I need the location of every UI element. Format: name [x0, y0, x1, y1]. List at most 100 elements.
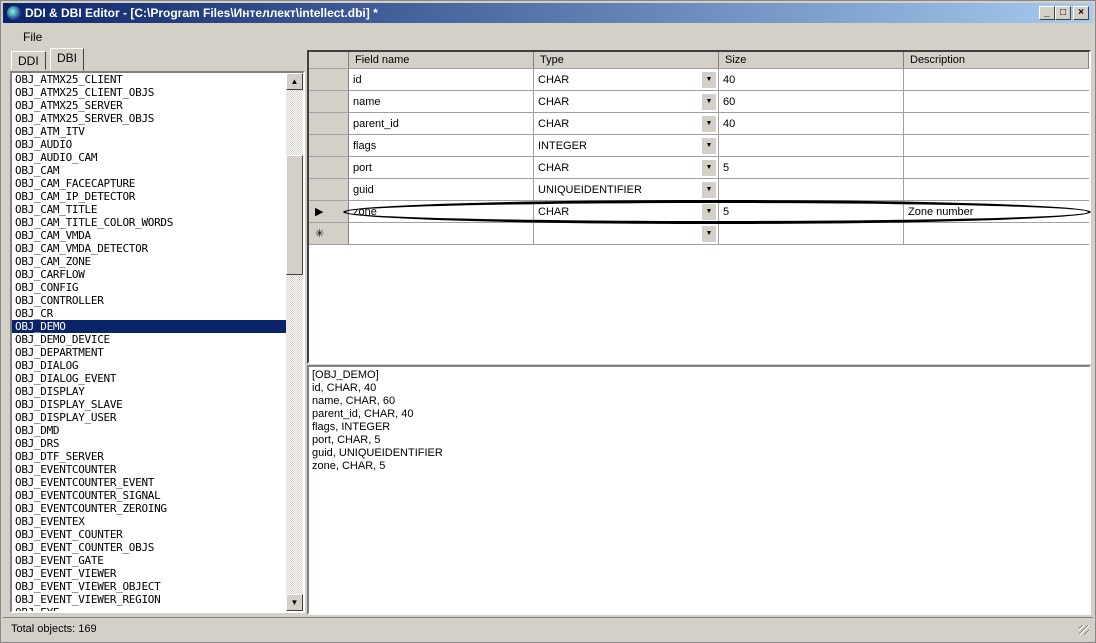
cell-field-name[interactable]: zone [349, 201, 534, 222]
cell-size[interactable]: 5 [719, 157, 904, 178]
list-item[interactable]: OBJ_DEPARTMENT [12, 346, 286, 359]
list-item[interactable]: OBJ_DMD [12, 424, 286, 437]
list-item[interactable]: OBJ_ATM_ITV [12, 125, 286, 138]
list-item[interactable]: OBJ_CONTROLLER [12, 294, 286, 307]
list-item[interactable]: OBJ_CAM_TITLE_COLOR_WORDS [12, 216, 286, 229]
dropdown-arrow-icon[interactable]: ▼ [702, 182, 716, 198]
scroll-up-icon[interactable]: ▲ [286, 73, 303, 90]
list-item[interactable]: OBJ_DISPLAY_USER [12, 411, 286, 424]
list-item[interactable]: OBJ_ATMX25_SERVER [12, 99, 286, 112]
cell-type[interactable]: CHAR ▼ [534, 157, 719, 178]
list-item[interactable]: OBJ_EVENTCOUNTER_ZEROING [12, 502, 286, 515]
row-header[interactable] [309, 179, 349, 200]
cell-field-name[interactable]: flags [349, 135, 534, 156]
list-item[interactable]: OBJ_ATMX25_CLIENT_OBJS [12, 86, 286, 99]
list-scrollbar[interactable]: ▲ ▼ [286, 73, 303, 611]
cell-size[interactable] [719, 223, 904, 244]
cell-description[interactable] [904, 157, 1089, 178]
column-header-type[interactable]: Type [534, 52, 719, 68]
list-item[interactable]: OBJ_CAM_TITLE [12, 203, 286, 216]
tab-dbi[interactable]: DBI [50, 48, 85, 71]
cell-field-name[interactable]: id [349, 69, 534, 90]
list-item[interactable]: OBJ_EVENTCOUNTER_EVENT [12, 476, 286, 489]
cell-type[interactable]: ▼ [534, 223, 719, 244]
list-item[interactable]: OBJ_ATMX25_CLIENT [12, 73, 286, 86]
cell-description[interactable] [904, 223, 1089, 244]
list-item[interactable]: OBJ_EVENTCOUNTER [12, 463, 286, 476]
list-item[interactable]: OBJ_DRS [12, 437, 286, 450]
list-item[interactable]: OBJ_DISPLAY_SLAVE [12, 398, 286, 411]
cell-field-name[interactable] [349, 223, 534, 244]
cell-size[interactable]: 60 [719, 91, 904, 112]
row-header[interactable] [309, 113, 349, 134]
list-item[interactable]: OBJ_AUDIO [12, 138, 286, 151]
list-item[interactable]: OBJ_DTF_SERVER [12, 450, 286, 463]
column-header-description[interactable]: Description [904, 52, 1089, 68]
list-item[interactable]: OBJ_AUDIO_CAM [12, 151, 286, 164]
column-header-size[interactable]: Size [719, 52, 904, 68]
list-item[interactable]: OBJ_CONFIG [12, 281, 286, 294]
table-row[interactable]: port CHAR ▼ 5 [309, 157, 1089, 179]
cell-field-name[interactable]: name [349, 91, 534, 112]
list-item[interactable]: OBJ_EVENT_GATE [12, 554, 286, 567]
list-item[interactable]: OBJ_DEMO_DEVICE [12, 333, 286, 346]
dropdown-arrow-icon[interactable]: ▼ [702, 204, 716, 220]
list-item[interactable]: OBJ_EYE [12, 606, 286, 611]
list-item[interactable]: OBJ_CAM_VMDA_DETECTOR [12, 242, 286, 255]
dropdown-arrow-icon[interactable]: ▼ [702, 160, 716, 176]
cell-size[interactable] [719, 179, 904, 200]
list-item[interactable]: OBJ_EVENT_COUNTER [12, 528, 286, 541]
list-item[interactable]: OBJ_CARFLOW [12, 268, 286, 281]
cell-description[interactable] [904, 91, 1089, 112]
dropdown-arrow-icon[interactable]: ▼ [702, 226, 716, 242]
table-row[interactable]: ✳ ▼ [309, 223, 1089, 245]
row-header[interactable] [309, 69, 349, 90]
row-header[interactable] [309, 135, 349, 156]
cell-description[interactable] [904, 179, 1089, 200]
table-row[interactable]: id CHAR ▼ 40 [309, 69, 1089, 91]
list-item[interactable]: OBJ_CR [12, 307, 286, 320]
list-item[interactable]: OBJ_CAM_ZONE [12, 255, 286, 268]
cell-type[interactable]: UNIQUEIDENTIFIER ▼ [534, 179, 719, 200]
list-item[interactable]: OBJ_CAM_FACECAPTURE [12, 177, 286, 190]
cell-type[interactable]: CHAR ▼ [534, 69, 719, 90]
list-item[interactable]: OBJ_EVENT_COUNTER_OBJS [12, 541, 286, 554]
list-item[interactable]: OBJ_EVENTEX [12, 515, 286, 528]
row-header[interactable] [309, 157, 349, 178]
table-row[interactable]: guid UNIQUEIDENTIFIER ▼ [309, 179, 1089, 201]
cell-size[interactable]: 40 [719, 69, 904, 90]
scroll-thumb[interactable] [286, 155, 303, 275]
cell-type[interactable]: CHAR ▼ [534, 91, 719, 112]
cell-type[interactable]: CHAR ▼ [534, 201, 719, 222]
cell-size[interactable] [719, 135, 904, 156]
scroll-down-icon[interactable]: ▼ [286, 594, 303, 611]
close-button[interactable]: × [1073, 6, 1089, 20]
table-row[interactable]: flags INTEGER ▼ [309, 135, 1089, 157]
list-item[interactable]: OBJ_DIALOG [12, 359, 286, 372]
row-header[interactable] [309, 91, 349, 112]
list-item[interactable]: OBJ_CAM_IP_DETECTOR [12, 190, 286, 203]
cell-description[interactable] [904, 69, 1089, 90]
list-item[interactable]: OBJ_DEMO [12, 320, 286, 333]
table-row[interactable]: name CHAR ▼ 60 [309, 91, 1089, 113]
cell-description[interactable] [904, 135, 1089, 156]
list-item[interactable]: OBJ_DISPLAY [12, 385, 286, 398]
cell-description[interactable] [904, 113, 1089, 134]
tab-ddi[interactable]: DDI [11, 51, 46, 70]
row-header[interactable]: ✳ [309, 223, 349, 244]
cell-type[interactable]: INTEGER ▼ [534, 135, 719, 156]
dropdown-arrow-icon[interactable]: ▼ [702, 138, 716, 154]
menu-file[interactable]: File [23, 30, 42, 44]
table-row[interactable]: ▶ zone CHAR ▼ 5 Zone number [309, 201, 1089, 223]
cell-size[interactable]: 40 [719, 113, 904, 134]
dropdown-arrow-icon[interactable]: ▼ [702, 94, 716, 110]
list-item[interactable]: OBJ_ATMX25_SERVER_OBJS [12, 112, 286, 125]
list-item[interactable]: OBJ_EVENTCOUNTER_SIGNAL [12, 489, 286, 502]
list-item[interactable]: OBJ_CAM [12, 164, 286, 177]
cell-field-name[interactable]: parent_id [349, 113, 534, 134]
object-list[interactable]: OBJ_ATMX25_CLIENT OBJ_ATMX25_CLIENT_OBJS O… [10, 71, 305, 613]
cell-description[interactable]: Zone number [904, 201, 1089, 222]
resize-grip-icon[interactable] [1079, 625, 1089, 635]
row-header[interactable]: ▶ [309, 201, 349, 222]
list-item[interactable]: OBJ_EVENT_VIEWER_REGION [12, 593, 286, 606]
